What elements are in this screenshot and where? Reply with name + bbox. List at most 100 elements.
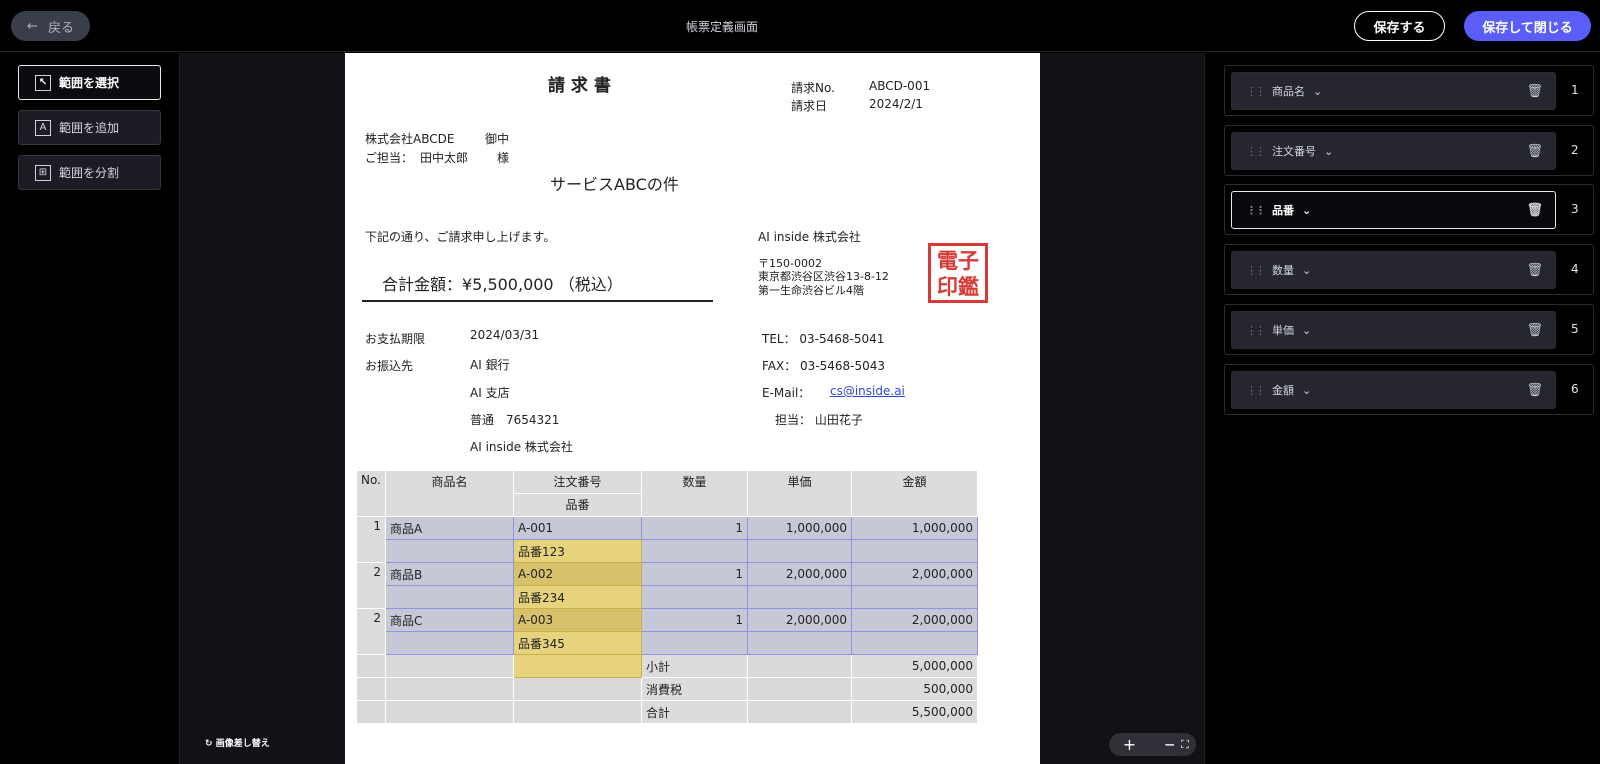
- row2-amount-blank[interactable]: [851, 585, 978, 609]
- swap-image-label: 画像差し替え: [215, 739, 270, 749]
- row3-price[interactable]: 2,000,000: [747, 608, 852, 632]
- drag-handle-icon[interactable]: ⋮⋮: [1246, 204, 1266, 217]
- drag-handle-icon[interactable]: ⋮⋮: [1246, 324, 1266, 337]
- zoom-in-button[interactable]: +: [1123, 735, 1136, 754]
- row3-amount-blank[interactable]: [851, 631, 978, 655]
- delete-icon[interactable]: 🗑: [1526, 383, 1543, 398]
- row2-part[interactable]: 品番234: [513, 585, 642, 609]
- row3-amount[interactable]: 2,000,000: [851, 608, 978, 632]
- save-and-close-button[interactable]: 保存して閉じる: [1464, 11, 1591, 41]
- row1-name-blank[interactable]: [385, 539, 514, 563]
- invoice-date: 2024/2/1: [869, 97, 923, 111]
- delete-icon[interactable]: 🗑: [1526, 144, 1543, 159]
- field-index: 3: [1571, 202, 1579, 216]
- table-row[interactable]: 2 商品B A-002 1 2,000,000 2,000,000: [356, 562, 978, 609]
- row3-name-blank[interactable]: [385, 631, 514, 655]
- row2-price[interactable]: 2,000,000: [747, 562, 852, 586]
- row1-qty-blank[interactable]: [641, 539, 748, 563]
- field-select-3[interactable]: ⋮⋮ 品番 ⌄ 🗑: [1231, 191, 1556, 229]
- row2-name-blank[interactable]: [385, 585, 514, 609]
- top-bar: ← 戻る 帳票定義画面 保存する 保存して閉じる: [0, 0, 1600, 52]
- drag-handle-icon[interactable]: ⋮⋮: [1246, 145, 1266, 158]
- subtotal-label: 小計: [641, 654, 748, 678]
- fit-screen-button[interactable]: ⛶: [1174, 733, 1196, 756]
- field-row-3[interactable]: ⋮⋮ 品番 ⌄ 🗑 3: [1224, 184, 1594, 235]
- save-button[interactable]: 保存する: [1354, 11, 1445, 41]
- field-label: 商品名: [1272, 85, 1305, 98]
- row3-name[interactable]: 商品C: [385, 608, 514, 632]
- drag-handle-icon[interactable]: ⋮⋮: [1246, 384, 1266, 397]
- field-select-4[interactable]: ⋮⋮ 数量 ⌄ 🗑: [1231, 251, 1556, 289]
- row2-order[interactable]: A-002: [513, 562, 642, 586]
- delete-icon[interactable]: 🗑: [1526, 84, 1543, 99]
- total-blank-3: [513, 700, 642, 724]
- row1-part[interactable]: 品番123: [513, 539, 642, 563]
- email-link[interactable]: cs@inside.ai: [830, 384, 905, 398]
- total-blank-2: [385, 700, 514, 724]
- header-amount: 金額: [851, 470, 978, 517]
- table-row[interactable]: 品番234: [357, 585, 978, 609]
- row2-qty[interactable]: 1: [641, 562, 748, 586]
- tax-value: 500,000: [851, 677, 978, 701]
- subtotal-part-selection[interactable]: [513, 654, 642, 678]
- row1-amount-blank[interactable]: [851, 539, 978, 563]
- table-header-row: No. 商品名 注文番号 数量 単価 金額: [356, 470, 978, 517]
- row1-price-blank[interactable]: [747, 539, 852, 563]
- row3-part[interactable]: 品番345: [513, 631, 642, 655]
- row3-order[interactable]: A-003: [513, 608, 642, 632]
- add-range-button[interactable]: A 範囲を追加: [18, 110, 161, 145]
- delete-icon[interactable]: 🗑: [1526, 323, 1543, 338]
- invoice-document[interactable]: 請 求 書 請求No. ABCD-001 請求日 2024/2/1 株式会社AB…: [345, 53, 1040, 764]
- table-row[interactable]: 2 商品C A-003 1 2,000,000 2,000,000: [356, 608, 978, 655]
- split-range-label: 範囲を分割: [59, 166, 120, 180]
- delete-icon[interactable]: 🗑: [1526, 263, 1543, 278]
- fullscreen-icon: ⛶: [1181, 737, 1189, 751]
- email-label: E-Mail：: [762, 386, 811, 400]
- add-range-icon: A: [35, 119, 51, 136]
- row1-name[interactable]: 商品A: [385, 516, 514, 540]
- chevron-down-icon: ⌄: [1302, 323, 1312, 337]
- select-range-button[interactable]: ↖ 範囲を選択: [18, 65, 161, 100]
- field-select-2[interactable]: ⋮⋮ 注文番号 ⌄ 🗑: [1231, 132, 1556, 170]
- delete-icon[interactable]: 🗑: [1526, 203, 1543, 218]
- fax: FAX： 03-5468-5043: [762, 359, 886, 373]
- field-row-4[interactable]: ⋮⋮ 数量 ⌄ 🗑 4: [1224, 244, 1594, 295]
- field-row-1[interactable]: ⋮⋮ 商品名 ⌄ 🗑 1: [1224, 65, 1594, 116]
- total-blank-4: [747, 700, 852, 724]
- field-row-6[interactable]: ⋮⋮ 金額 ⌄ 🗑 6: [1224, 364, 1594, 415]
- drag-handle-icon[interactable]: ⋮⋮: [1246, 85, 1266, 98]
- field-select-6[interactable]: ⋮⋮ 金額 ⌄ 🗑: [1231, 371, 1556, 409]
- field-label: 品番: [1272, 204, 1294, 217]
- row2-price-blank[interactable]: [747, 585, 852, 609]
- subtotal-value: 5,000,000: [851, 654, 978, 678]
- field-select-5[interactable]: ⋮⋮ 単価 ⌄ 🗑: [1231, 311, 1556, 349]
- field-row-2[interactable]: ⋮⋮ 注文番号 ⌄ 🗑 2: [1224, 125, 1594, 176]
- field-row-5[interactable]: ⋮⋮ 単価 ⌄ 🗑 5: [1224, 304, 1594, 355]
- due-label: お支払期限: [365, 332, 426, 346]
- tax-blank-1: [356, 677, 386, 701]
- account: 普通 7654321: [470, 413, 560, 427]
- drag-handle-icon[interactable]: ⋮⋮: [1246, 264, 1266, 277]
- row2-amount[interactable]: 2,000,000: [851, 562, 978, 586]
- table-row[interactable]: 品番345: [357, 631, 978, 655]
- total-row: 合計 5,500,000: [356, 700, 978, 724]
- split-range-button[interactable]: ⊞ 範囲を分割: [18, 155, 161, 190]
- tax-blank-2: [385, 677, 514, 701]
- row3-qty-blank[interactable]: [641, 631, 748, 655]
- row3-price-blank[interactable]: [747, 631, 852, 655]
- subtotal-blank-2: [385, 654, 514, 678]
- row2-name[interactable]: 商品B: [385, 562, 514, 586]
- header-qty: 数量: [641, 470, 748, 517]
- table-row[interactable]: 品番123: [357, 539, 978, 563]
- row2-qty-blank[interactable]: [641, 585, 748, 609]
- row1-amount[interactable]: 1,000,000: [851, 516, 978, 540]
- row1-price[interactable]: 1,000,000: [747, 516, 852, 540]
- field-index: 2: [1571, 143, 1579, 157]
- field-select-1[interactable]: ⋮⋮ 商品名 ⌄ 🗑: [1231, 72, 1556, 110]
- row1-order[interactable]: A-001: [513, 516, 642, 540]
- swap-image-button[interactable]: ↻ 画像差し替え: [205, 736, 270, 749]
- row1-qty[interactable]: 1: [641, 516, 748, 540]
- row3-qty[interactable]: 1: [641, 608, 748, 632]
- invoice-date-label: 請求日: [791, 99, 828, 113]
- table-row[interactable]: 1 商品A A-001 1 1,000,000 1,000,000: [356, 516, 978, 563]
